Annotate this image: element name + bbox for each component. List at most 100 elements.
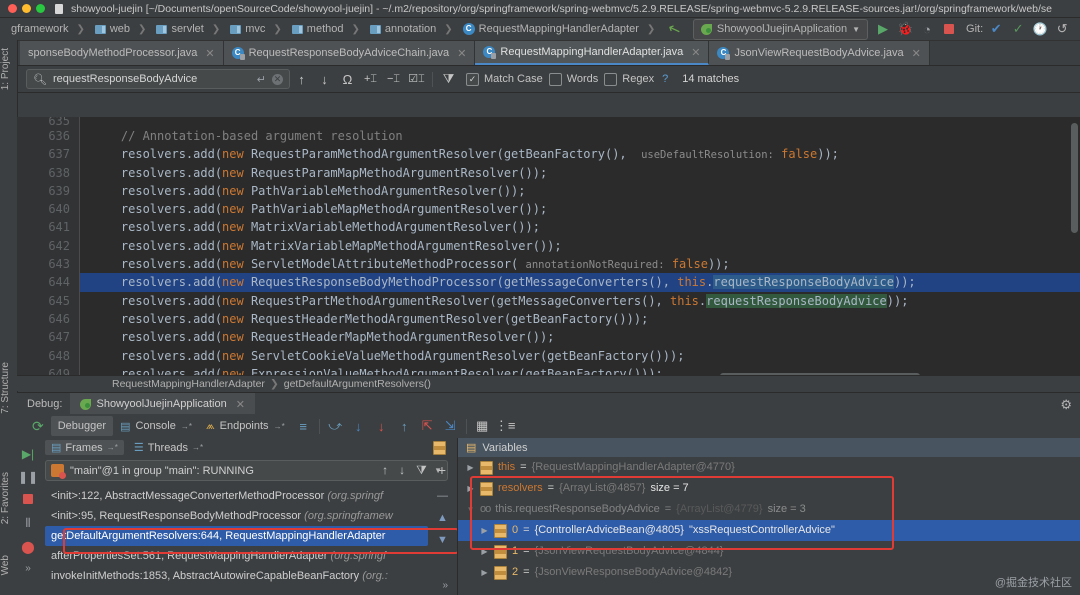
scroll-down-icon[interactable]: ▼ [437,534,448,546]
stack-frame-row[interactable]: <init>:95, RequestResponseBodyMethodProc… [45,506,428,526]
rerun-icon[interactable]: ⟳ [25,418,51,435]
expand-icon[interactable]: » [17,563,39,574]
run-with-coverage-button[interactable]: ◔ [916,22,938,37]
breadcrumb-class[interactable]: RequestMappingHandlerAdapter [112,378,265,390]
breadcrumb-item-annotation[interactable]: annotation ❯ [365,23,458,35]
help-icon[interactable]: ? [662,73,668,85]
step-over-icon[interactable]: ⤻ [324,418,347,434]
filter-icon[interactable]: ⧩ [437,71,460,87]
run-button[interactable]: ▶ [872,21,894,37]
breadcrumb-item-mvc[interactable]: mvc ❯ [225,23,287,35]
window-controls[interactable] [8,4,45,13]
git-rollback-icon[interactable]: ↺ [1051,21,1073,37]
close-session-icon[interactable]: ✕ [236,398,245,411]
force-step-into-icon[interactable]: ↓ [370,419,393,434]
filter-frames-icon[interactable]: ⧩ [416,463,427,478]
sidebar-item-project[interactable]: 1: Project [0,48,17,90]
stop-program-icon[interactable] [17,493,39,507]
step-out-icon[interactable]: ↑ [393,419,416,434]
variable-row-index-2[interactable]: ▶ 2 = {JsonViewResponseBodyAdvice@4842} [458,562,1080,583]
search-field[interactable]: 🔍︎ ↵ ✕ [26,69,290,89]
stack-frame-row[interactable]: <init>:122, AbstractMessageConverterMeth… [45,486,428,506]
breadcrumb-item-servlet[interactable]: servlet ❯ [151,23,225,35]
close-tab-icon[interactable]: ✕ [691,46,700,59]
select-all-icon[interactable]: ☑⌶ [405,72,428,86]
layout-icon[interactable]: ≡ [292,419,315,434]
git-commit-icon[interactable]: ✓ [1007,21,1029,37]
stop-button[interactable] [938,22,960,37]
search-input[interactable] [52,73,251,85]
step-into-icon[interactable]: ↓ [347,419,370,434]
select-all-occurrences-icon[interactable]: Ω [336,72,359,87]
variable-row-this[interactable]: ▶ this = {RequestMappingHandlerAdapter@4… [458,457,1080,478]
drop-frame-icon[interactable]: ⇱ [416,418,439,434]
breadcrumb-item-method[interactable]: method ❯ [287,23,365,35]
breadcrumb-item-class[interactable]: C RequestMappingHandlerAdapter ❯ [458,23,661,35]
tab-endpoints[interactable]: ⩕ Endpoints →* [199,416,292,436]
debug-session-tab[interactable]: ShowyoolJuejinApplication ✕ [70,393,255,415]
code-editor[interactable]: 635 636 637 638 639 640 641 642 643 644 … [17,117,1080,381]
stack-frame-row[interactable]: invokeInitMethods:1853, AbstractAutowire… [45,566,428,586]
regex-checkbox[interactable]: Regex ? [604,72,668,86]
editor-tab-2[interactable]: C RequestMappingHandlerAdapter.java ✕ [475,41,710,65]
expand-triangle-icon[interactable]: ▶ [480,520,489,541]
back-navigation-icon[interactable]: ↖ [658,16,691,43]
find-previous-icon[interactable]: ↑ [290,72,313,87]
expand-triangle-icon[interactable]: ▶ [480,541,489,562]
editor-tab-0[interactable]: sponseBodyMethodProcessor.java ✕ [20,41,224,65]
mute-breakpoints-icon[interactable]: ⦀ [17,516,39,531]
variable-row-index-0[interactable]: ▶ 0 = {ControllerAdviceBean@4805} "xssRe… [458,520,1080,541]
frames-scroll-arrows[interactable]: — ▲ ▼ [437,490,448,546]
move-up-icon[interactable]: ↑ [382,463,388,477]
editor-tab-1[interactable]: C RequestResponseBodyAdviceChain.java ✕ [223,41,476,65]
move-down-icon[interactable]: ↓ [399,463,405,477]
sidebar-item-structure[interactable]: 7: Structure [0,362,17,414]
tab-debugger[interactable]: Debugger [50,416,114,436]
add-occurrence-icon[interactable]: +⌶ [359,73,382,86]
breadcrumb-method[interactable]: getDefaultArgumentResolvers() [284,378,431,390]
evaluate-expression-icon[interactable]: ▦ [471,418,494,434]
find-next-icon[interactable]: ↓ [313,72,336,87]
tab-console[interactable]: ▤ Console →* [113,416,199,436]
breadcrumb-item-web[interactable]: web ❯ [90,23,152,35]
expand-triangle-icon[interactable]: ▶ [480,562,489,583]
collapse-triangle-icon[interactable]: ▼ [466,499,475,520]
code-text-area[interactable]: // Annotation-based argument resolution … [80,117,1080,381]
resume-program-icon[interactable]: ▶| [17,447,39,461]
git-history-icon[interactable]: 🕐 [1029,22,1051,36]
debug-button[interactable]: 🐞 [894,21,916,37]
close-tab-icon[interactable]: ✕ [457,47,466,60]
run-configuration-selector[interactable]: ShowyoolJuejinApplication ▼ [692,18,869,40]
breadcrumb-item-gframework[interactable]: gframework ❯ [6,23,90,35]
expand-triangle-icon[interactable]: ▶ [466,478,475,499]
scroll-up-icon[interactable]: ▲ [437,512,448,524]
variable-row-resolvers[interactable]: ▶ resolvers = {ArrayList@4857} size = 7 [458,478,1080,499]
gear-icon[interactable]: ⚙ [1060,397,1072,413]
expand-triangle-icon[interactable]: ▶ [466,457,475,478]
close-tab-icon[interactable]: ✕ [205,47,214,60]
close-tab-icon[interactable]: ✕ [912,47,921,60]
add-frame-icon[interactable]: + [438,462,446,478]
call-stack-list[interactable]: <init>:122, AbstractMessageConverterMeth… [45,486,428,591]
tab-threads[interactable]: ☰ Threads →* [128,440,209,455]
maximize-window-button[interactable] [36,4,45,13]
collapse-icon[interactable]: — [437,490,448,502]
stack-frame-row[interactable]: initializeBean:1788, AbstractAutowireCap… [45,586,428,591]
variable-row-advice-list[interactable]: ▼ oo this.requestResponseBodyAdvice = {A… [458,499,1080,520]
sidebar-item-web[interactable]: Web [0,555,17,575]
close-window-button[interactable] [8,4,17,13]
run-to-cursor-icon[interactable]: ⇲ [439,418,462,434]
sidebar-item-favorites[interactable]: 2: Favorites [0,472,17,524]
pause-program-icon[interactable]: ❚❚ [17,470,39,484]
remove-occurrence-icon[interactable]: −⌶ [382,73,405,86]
stack-frame-row-selected[interactable]: getDefaultArgumentResolvers:644, Request… [45,526,428,546]
minimize-window-button[interactable] [22,4,31,13]
match-case-checkbox[interactable]: ✓ Match Case [466,72,543,86]
clear-search-icon[interactable]: ✕ [272,73,283,85]
variable-row-index-1[interactable]: ▶ 1 = {JsonViewRequestBodyAdvice@4844} [458,541,1080,562]
words-checkbox[interactable]: Words [548,72,598,86]
tab-frames[interactable]: ▤ Frames →* [45,440,124,455]
settings-icon[interactable]: ⋮≡ [494,418,517,434]
expand-pane-icon[interactable]: » [442,580,448,591]
editor-vertical-scrollbar[interactable] [1071,123,1078,233]
